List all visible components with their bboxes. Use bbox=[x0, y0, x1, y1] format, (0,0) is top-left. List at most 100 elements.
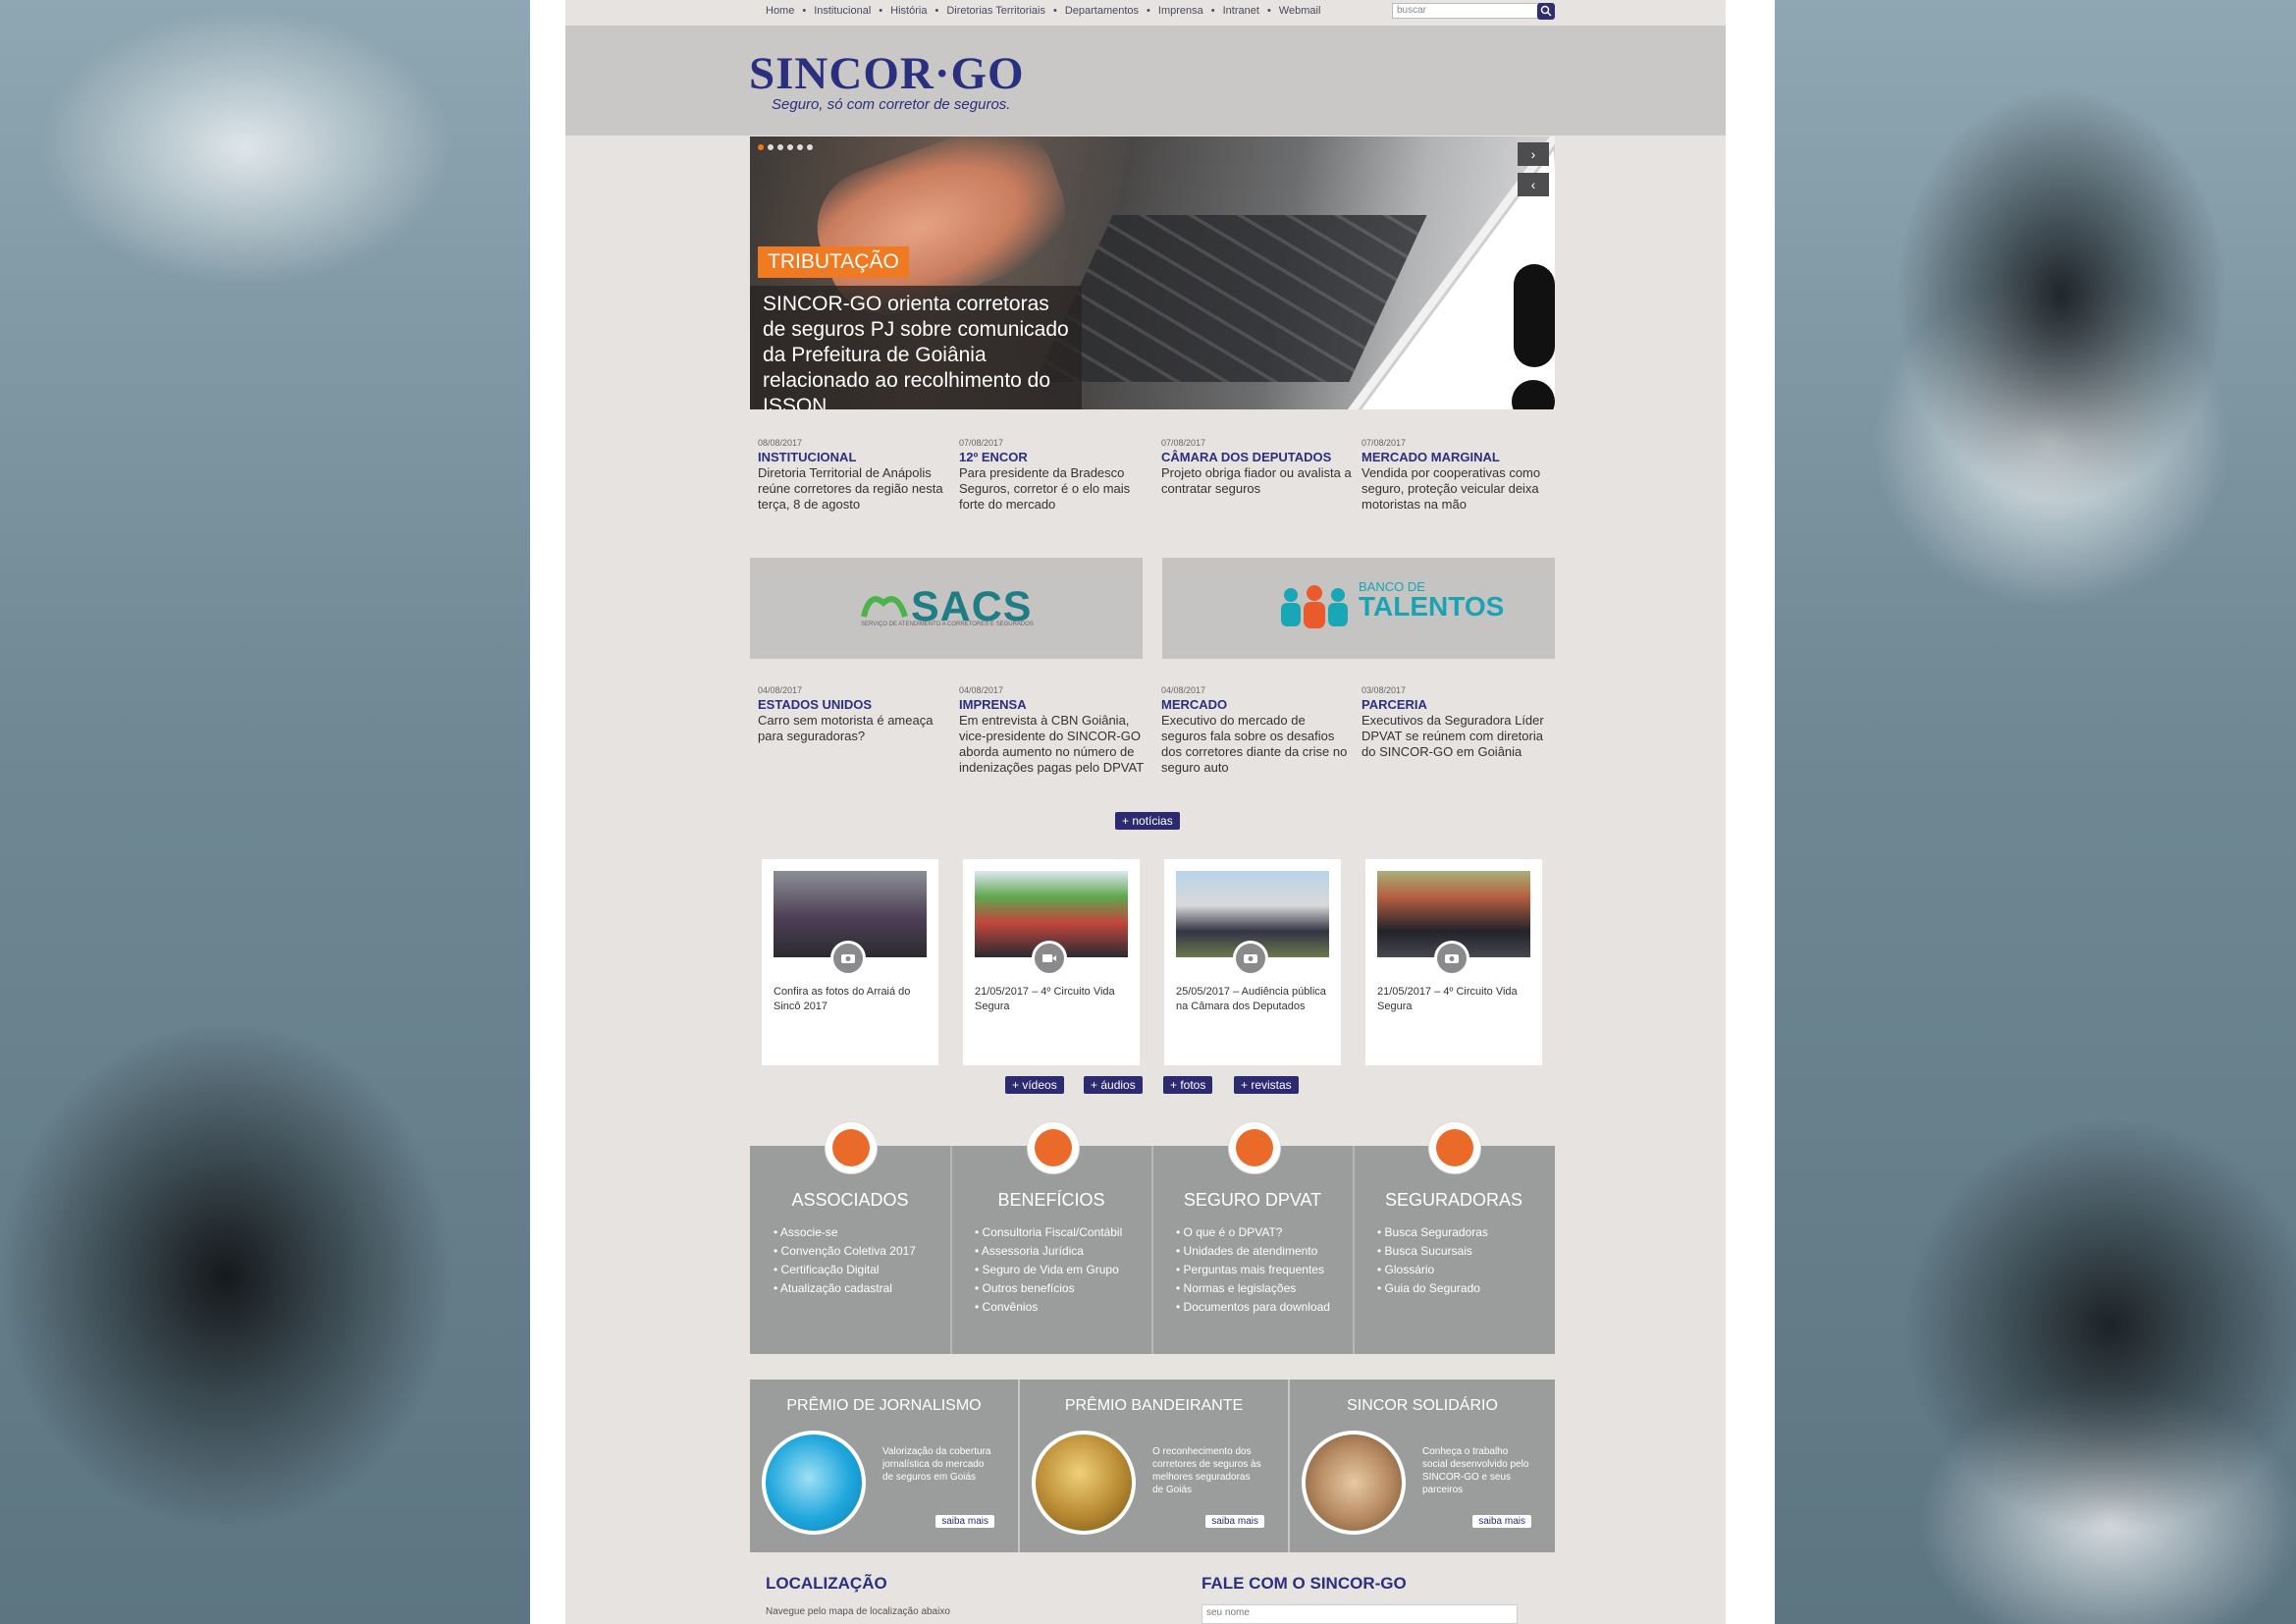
category-link[interactable]: • Convênios bbox=[975, 1298, 1122, 1317]
news-item[interactable]: 07/08/2017 MERCADO MARGINAL Vendida por … bbox=[1362, 438, 1553, 513]
media-caption[interactable]: 21/05/2017 – 4º Circuito Vida Segura bbox=[1377, 985, 1530, 1014]
category-link[interactable]: • Busca Sucursais bbox=[1377, 1242, 1488, 1261]
site-logo[interactable]: SINCOR·GO bbox=[749, 47, 1025, 100]
hero-category-tag[interactable]: TRIBUTAÇÃO bbox=[758, 246, 909, 278]
category-link[interactable]: • Assessoria Jurídica bbox=[975, 1242, 1122, 1261]
media-card[interactable]: 21/05/2017 – 4º Circuito Vida Segura bbox=[963, 859, 1140, 1065]
search-input[interactable]: buscar bbox=[1392, 3, 1539, 19]
media-card[interactable]: 25/05/2017 – Audiência pública na Câmara… bbox=[1164, 859, 1341, 1065]
category-title[interactable]: ASSOCIADOS bbox=[750, 1190, 950, 1211]
media-caption[interactable]: Confira as fotos do Arraiá do Sincô 2017 bbox=[774, 985, 927, 1014]
news-headline[interactable]: Em entrevista à CBN Goiânia, vice-presid… bbox=[959, 713, 1150, 776]
category-link[interactable]: • Atualização cadastral bbox=[774, 1279, 916, 1298]
warning-sign-image bbox=[1347, 136, 1555, 409]
slider-dot[interactable] bbox=[787, 144, 793, 150]
category-links: • O que é o DPVAT? • Unidades de atendim… bbox=[1176, 1223, 1330, 1317]
category-link[interactable]: • Normas e legislações bbox=[1176, 1279, 1330, 1298]
category-link[interactable]: • O que é o DPVAT? bbox=[1176, 1223, 1330, 1242]
associados-column: ASSOCIADOS • Associe-se • Convenção Cole… bbox=[750, 1146, 952, 1354]
news-category[interactable]: PARCERIA bbox=[1362, 697, 1553, 712]
slider-dot[interactable] bbox=[797, 144, 803, 150]
category-link[interactable]: • Consultoria Fiscal/Contábil bbox=[975, 1223, 1122, 1242]
premio-jornalismo: PRÊMIO DE JORNALISMO Valorização da cobe… bbox=[750, 1380, 1020, 1552]
category-link[interactable]: • Convenção Coletiva 2017 bbox=[774, 1242, 916, 1261]
category-link[interactable]: • Associe-se bbox=[774, 1223, 916, 1242]
nav-departamentos[interactable]: Departamentos bbox=[1065, 5, 1139, 17]
hands-image[interactable] bbox=[1302, 1431, 1406, 1535]
nav-home[interactable]: Home bbox=[766, 5, 794, 17]
category-link[interactable]: • Glossário bbox=[1377, 1261, 1488, 1279]
contact-name-field[interactable]: seu nome bbox=[1201, 1604, 1518, 1624]
nav-institucional[interactable]: Institucional bbox=[814, 5, 871, 17]
nav-webmail[interactable]: Webmail bbox=[1279, 5, 1321, 17]
media-card[interactable]: 21/05/2017 – 4º Circuito Vida Segura bbox=[1365, 859, 1542, 1065]
news-headline[interactable]: Diretoria Territorial de Anápolis reúne … bbox=[758, 465, 949, 513]
news-item[interactable]: 08/08/2017 INSTITUCIONAL Diretoria Terri… bbox=[758, 438, 949, 513]
award-title[interactable]: PRÊMIO DE JORNALISMO bbox=[750, 1397, 1018, 1415]
news-item[interactable]: 07/08/2017 CÂMARA DOS DEPUTADOS Projeto … bbox=[1161, 438, 1353, 497]
banco-talentos-banner[interactable]: BANCO DE TALENTOS bbox=[1162, 558, 1555, 659]
category-link[interactable]: • Perguntas mais frequentes bbox=[1176, 1261, 1330, 1279]
more-photos-button[interactable]: + fotos bbox=[1163, 1076, 1213, 1094]
category-link[interactable]: • Unidades de atendimento bbox=[1176, 1242, 1330, 1261]
news-item[interactable]: 07/08/2017 12º ENCOR Para presidente da … bbox=[959, 438, 1150, 513]
nav-diretorias[interactable]: Diretorias Territoriais bbox=[946, 5, 1045, 17]
sacs-banner[interactable]: SACS SERVIÇO DE ATENDIMENTO A CORRETORES… bbox=[750, 558, 1143, 659]
category-link[interactable]: • Outros benefícios bbox=[975, 1279, 1122, 1298]
slider-dot[interactable] bbox=[768, 144, 774, 150]
news-category[interactable]: 12º ENCOR bbox=[959, 450, 1150, 464]
news-category[interactable]: IMPRENSA bbox=[959, 697, 1150, 712]
award-title[interactable]: SINCOR SOLIDÁRIO bbox=[1290, 1397, 1555, 1415]
bandeirante-award-image[interactable] bbox=[1032, 1431, 1136, 1535]
news-item[interactable]: 04/08/2017 ESTADOS UNIDOS Carro sem moto… bbox=[758, 685, 949, 744]
nav-imprensa[interactable]: Imprensa bbox=[1158, 5, 1203, 17]
more-videos-button[interactable]: + vídeos bbox=[1005, 1076, 1064, 1094]
category-title[interactable]: SEGURO DPVAT bbox=[1152, 1190, 1353, 1211]
category-link[interactable]: • Certificação Digital bbox=[774, 1261, 916, 1279]
category-link[interactable]: • Guia do Segurado bbox=[1377, 1279, 1488, 1298]
news-date: 07/08/2017 bbox=[1161, 438, 1206, 448]
award-title[interactable]: PRÊMIO BANDEIRANTE bbox=[1020, 1397, 1288, 1415]
slider-prev-button[interactable]: ‹ bbox=[1518, 173, 1549, 196]
news-category[interactable]: MERCADO bbox=[1161, 697, 1353, 712]
news-category[interactable]: INSTITUCIONAL bbox=[758, 450, 949, 464]
search-button[interactable] bbox=[1537, 3, 1555, 20]
slider-next-button[interactable]: › bbox=[1518, 142, 1549, 166]
nav-historia[interactable]: História bbox=[890, 5, 927, 17]
nav-intranet[interactable]: Intranet bbox=[1223, 5, 1259, 17]
news-item[interactable]: 04/08/2017 IMPRENSA Em entrevista à CBN … bbox=[959, 685, 1150, 776]
media-card[interactable]: Confira as fotos do Arraiá do Sincô 2017 bbox=[762, 859, 938, 1065]
news-item[interactable]: 04/08/2017 MERCADO Executivo do mercado … bbox=[1161, 685, 1353, 776]
news-headline[interactable]: Para presidente da Bradesco Seguros, cor… bbox=[959, 465, 1150, 513]
more-magazines-button[interactable]: + revistas bbox=[1234, 1076, 1299, 1094]
media-caption[interactable]: 25/05/2017 – Audiência pública na Câmara… bbox=[1176, 985, 1329, 1014]
hero-slider[interactable]: › ‹ TRIBUTAÇÃO SINCOR-GO orienta correto… bbox=[750, 136, 1555, 409]
category-title[interactable]: SEGURADORAS bbox=[1354, 1190, 1554, 1211]
news-headline[interactable]: Executivo do mercado de seguros fala sob… bbox=[1161, 713, 1353, 776]
news-category[interactable]: ESTADOS UNIDOS bbox=[758, 697, 949, 712]
news-category[interactable]: CÂMARA DOS DEPUTADOS bbox=[1161, 450, 1353, 464]
news-headline[interactable]: Executivos da Seguradora Líder DPVAT se … bbox=[1362, 713, 1553, 760]
journalism-award-image[interactable] bbox=[762, 1431, 866, 1535]
saiba-mais-button[interactable]: saiba mais bbox=[1472, 1515, 1531, 1528]
news-headline[interactable]: Vendida por cooperativas como seguro, pr… bbox=[1362, 465, 1553, 513]
saiba-mais-button[interactable]: saiba mais bbox=[935, 1515, 994, 1528]
category-link[interactable]: • Busca Seguradoras bbox=[1377, 1223, 1488, 1242]
slider-dot[interactable] bbox=[777, 144, 783, 150]
news-category[interactable]: MERCADO MARGINAL bbox=[1362, 450, 1553, 464]
slider-dots[interactable] bbox=[758, 144, 813, 150]
category-link[interactable]: • Seguro de Vida em Grupo bbox=[975, 1261, 1122, 1279]
category-link[interactable]: • Documentos para download bbox=[1176, 1298, 1330, 1317]
category-title[interactable]: BENEFÍCIOS bbox=[951, 1190, 1151, 1211]
news-headline[interactable]: Projeto obriga fiador ou avalista a cont… bbox=[1161, 465, 1353, 497]
more-news-button[interactable]: + notícias bbox=[1115, 812, 1180, 830]
news-item[interactable]: 03/08/2017 PARCERIA Executivos da Segura… bbox=[1362, 685, 1553, 760]
more-audios-button[interactable]: + áudios bbox=[1084, 1076, 1143, 1094]
slider-dot-active[interactable] bbox=[758, 144, 764, 150]
hero-headline[interactable]: SINCOR-GO orienta corretoras de seguros … bbox=[750, 286, 1082, 409]
media-caption[interactable]: 21/05/2017 – 4º Circuito Vida Segura bbox=[975, 985, 1128, 1014]
news-headline[interactable]: Carro sem motorista é ameaça para segura… bbox=[758, 713, 949, 744]
associados-icon bbox=[825, 1121, 878, 1174]
saiba-mais-button[interactable]: saiba mais bbox=[1205, 1515, 1264, 1528]
slider-dot[interactable] bbox=[807, 144, 813, 150]
